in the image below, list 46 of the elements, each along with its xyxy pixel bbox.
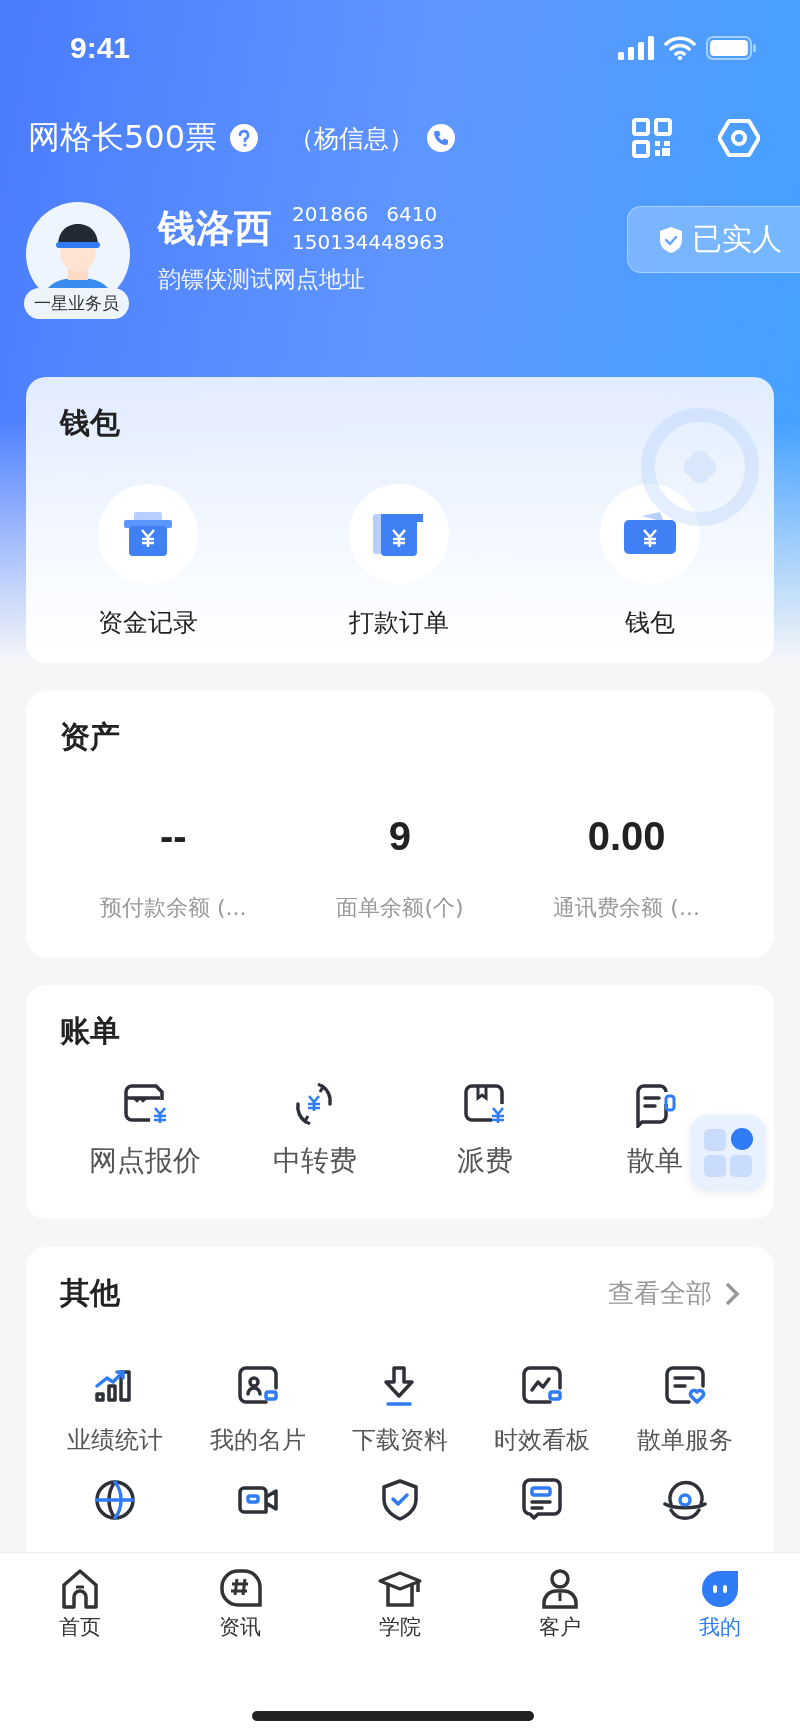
tab[interactable]: 首页 xyxy=(0,1565,160,1643)
level-badge: 一星业务员 xyxy=(24,288,129,319)
section-title: 钱包 xyxy=(60,404,121,442)
balance-value: 9 xyxy=(388,814,412,859)
tab[interactable]: 我的 xyxy=(640,1565,800,1643)
section-title: 其他 xyxy=(60,1274,120,1312)
shortcut-item[interactable]: 下载资料 xyxy=(328,1364,472,1456)
phone-number: 150134448963 xyxy=(292,230,445,254)
help-icon[interactable] xyxy=(229,123,260,153)
battery-icon xyxy=(706,36,756,60)
shortcut-item[interactable]: 时效看板 xyxy=(471,1364,614,1456)
section-title: 资产 xyxy=(60,718,121,756)
tab[interactable]: 客户 xyxy=(480,1565,640,1643)
bill-item[interactable]: 中转费 xyxy=(273,1082,357,1180)
contact-name: （杨信息） xyxy=(289,122,415,155)
chevron-right-icon xyxy=(724,1280,740,1307)
bill-item[interactable]: 散单 xyxy=(627,1082,683,1180)
branch-address: 韵镖侠测试网点地址 xyxy=(158,265,366,294)
status-time: 9:41 xyxy=(70,31,131,65)
qr-code-icon[interactable] xyxy=(632,118,672,158)
tab[interactable]: 资讯 xyxy=(160,1565,320,1643)
balance-label: 面单余额(个) xyxy=(336,894,464,922)
floating-button[interactable] xyxy=(690,1115,766,1191)
signal-icon xyxy=(618,36,654,60)
employee-code: 6410 xyxy=(386,202,438,226)
balance-value: 0.00 xyxy=(587,814,666,859)
bill-item[interactable]: 网点报价 xyxy=(89,1082,201,1180)
header-title: 网格长500票 xyxy=(28,117,218,158)
phone-icon[interactable] xyxy=(426,123,457,153)
globe-icon[interactable] xyxy=(93,1478,138,1522)
shortcut-item[interactable]: 我的名片 xyxy=(186,1364,329,1456)
wifi-icon xyxy=(664,36,696,60)
shield-check-icon xyxy=(658,225,684,254)
shortcut-item[interactable]: 业绩统计 xyxy=(44,1364,187,1456)
employee-code: 201866 xyxy=(292,202,369,226)
shortcut-item[interactable]: 散单服务 xyxy=(613,1364,756,1456)
message-list-icon[interactable] xyxy=(520,1478,565,1522)
balance-label: 预付款余额 (... xyxy=(100,894,247,922)
tab[interactable]: 学院 xyxy=(320,1565,480,1643)
section-title: 账单 xyxy=(60,1012,121,1050)
bill-item[interactable]: 派费 xyxy=(457,1082,513,1180)
planet-icon[interactable] xyxy=(662,1478,707,1522)
balance-value: -- xyxy=(160,814,187,859)
balance-label: 通讯费余额 (... xyxy=(553,894,700,922)
settings-icon[interactable] xyxy=(718,118,760,158)
user-name: 钱洛西 xyxy=(158,204,272,252)
